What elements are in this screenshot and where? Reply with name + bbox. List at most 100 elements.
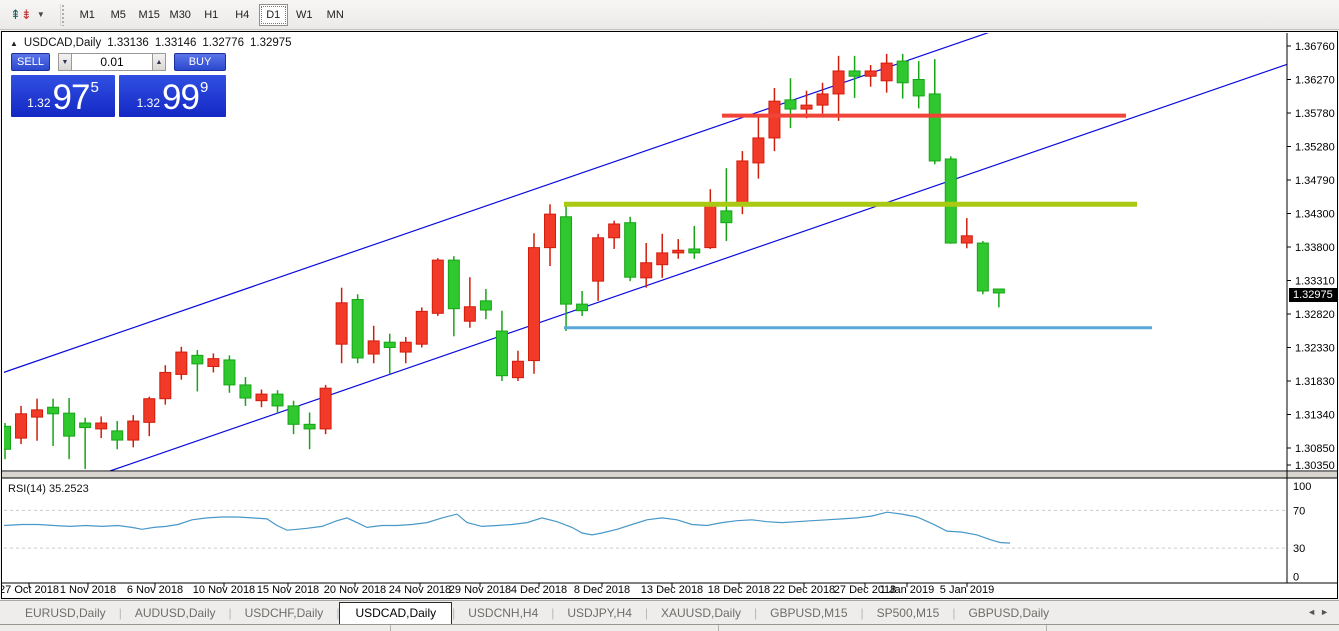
price-axis-label: 1.30350 (1295, 460, 1335, 472)
buy-button[interactable]: BUY (174, 53, 226, 71)
buy-price-button[interactable]: 1.32 99 9 (119, 75, 226, 117)
candle-body (881, 63, 892, 81)
candle-body (432, 260, 443, 313)
candle-body (176, 352, 187, 374)
date-axis-label: 15 Nov 2018 (257, 584, 319, 596)
chart-tab-usdcad-daily[interactable]: USDCAD,Daily (339, 602, 452, 625)
toolbar-drag-handle[interactable] (60, 4, 65, 26)
candle (977, 241, 988, 294)
sell-price-button[interactable]: 1.32 97 5 (11, 75, 115, 117)
candle-body (929, 94, 940, 161)
price-axis-label: 1.32330 (1295, 343, 1335, 355)
price-axis-label: 1.30850 (1295, 443, 1335, 455)
candle (224, 355, 235, 392)
sell-price-big-digits: 97 (53, 82, 90, 114)
price-axis-label: 1.31340 (1295, 410, 1335, 422)
panel-splitter[interactable] (2, 472, 1337, 478)
sell-price-pipette: 5 (90, 79, 98, 96)
lot-size-input[interactable] (72, 53, 152, 71)
timeframe-button-d1[interactable]: D1 (259, 4, 288, 26)
candle-body (961, 236, 972, 243)
candle-body (16, 414, 27, 438)
candle (448, 256, 459, 336)
lot-decrease-button[interactable]: ▼ (58, 53, 72, 71)
candle (817, 83, 828, 114)
candle-body (288, 406, 299, 424)
tab-scroll-left-icon[interactable]: ◄ (1307, 607, 1320, 617)
candle (865, 65, 876, 87)
timeframe-button-m30[interactable]: M30 (166, 4, 195, 26)
candle-body (817, 94, 828, 105)
chart-tabs: EURUSD,Daily|AUDUSD,Daily|USDCHF,Daily|U… (12, 601, 1062, 624)
sell-price-prefix: 1.32 (27, 96, 50, 110)
candle-body (977, 243, 988, 291)
candle (609, 221, 620, 249)
rsi-axis-label: 70 (1293, 505, 1305, 517)
candle-body (400, 342, 411, 352)
buy-price-pipette: 9 (200, 79, 208, 96)
candle-body (304, 424, 315, 429)
timeframe-button-h4[interactable]: H4 (228, 4, 257, 26)
timeframe-button-mn[interactable]: MN (321, 4, 350, 26)
timeframe-button-h1[interactable]: H1 (197, 4, 226, 26)
chart-tab-eurusd-daily[interactable]: EURUSD,Daily (12, 603, 119, 623)
price-axis-label: 1.34790 (1295, 175, 1335, 187)
ohlc-open: 1.33136 (107, 37, 149, 49)
candle-body (641, 263, 652, 278)
candle (256, 390, 267, 408)
candle-body (849, 71, 860, 76)
candle-body (512, 361, 523, 377)
chart-tab-bar: EURUSD,Daily|AUDUSD,Daily|USDCHF,Daily|U… (0, 600, 1339, 624)
candle-body (2, 426, 11, 449)
chart-window[interactable]: 27 Oct 20181 Nov 20186 Nov 201810 Nov 20… (1, 31, 1338, 599)
candle (192, 350, 203, 391)
timeframe-button-m1[interactable]: M1 (73, 4, 102, 26)
candle-body (96, 423, 107, 429)
chart-tab-sp500-m15[interactable]: SP500,M15 (864, 603, 953, 623)
chart-tab-usdjpy-h4[interactable]: USDJPY,H4 (554, 603, 644, 623)
tab-scroll-right-icon[interactable]: ► (1320, 607, 1333, 617)
chart-tab-usdcnh-h4[interactable]: USDCNH,H4 (455, 603, 551, 623)
candle-body (721, 211, 732, 223)
candle-body (945, 159, 956, 243)
candle (577, 291, 588, 316)
candle-body (80, 423, 91, 428)
date-axis-label: 5 Jan 2019 (940, 584, 994, 596)
date-axis-label: 24 Nov 2018 (389, 584, 451, 596)
candle-body (384, 342, 395, 347)
timeframe-button-m15[interactable]: M15 (135, 4, 164, 26)
candle-body (833, 71, 844, 94)
candle (545, 204, 556, 266)
rsi-axis-label: 100 (1293, 481, 1311, 493)
candle-body (112, 431, 123, 440)
chart-tab-gbpusd-daily[interactable]: GBPUSD,Daily (955, 603, 1062, 623)
candle-body (208, 359, 219, 367)
candle (753, 116, 764, 178)
candle (961, 218, 972, 248)
candle (881, 54, 892, 93)
quote-panel-toggle-icon[interactable]: ▲ (10, 39, 18, 48)
chart-tab-gbpusd-m15[interactable]: GBPUSD,M15 (757, 603, 860, 623)
candle (336, 288, 347, 364)
timeframe-button-m5[interactable]: M5 (104, 4, 133, 26)
panel-column-divider (390, 625, 391, 631)
candle (400, 337, 411, 363)
candle (641, 243, 652, 288)
lot-increase-button[interactable]: ▲ (152, 53, 166, 71)
candle-body (577, 304, 588, 311)
candle (128, 415, 139, 447)
chart-mode-dropdown-button[interactable]: ⇞⇟ ▼ (4, 3, 51, 27)
candle-body (480, 301, 491, 310)
sell-button[interactable]: SELL (11, 53, 50, 71)
timeframe-button-w1[interactable]: W1 (290, 4, 319, 26)
candle-body (64, 413, 75, 436)
candle (240, 377, 251, 406)
candle (705, 189, 716, 249)
tab-scroll-arrows[interactable]: ◄► (1307, 607, 1333, 617)
candle (144, 397, 155, 436)
chevron-down-icon: ▼ (37, 10, 45, 19)
chart-tab-audusd-daily[interactable]: AUDUSD,Daily (122, 603, 229, 623)
channel-lower[interactable] (110, 64, 1288, 471)
chart-tab-xauusd-daily[interactable]: XAUUSD,Daily (648, 603, 754, 623)
chart-tab-usdchf-daily[interactable]: USDCHF,Daily (232, 603, 337, 623)
